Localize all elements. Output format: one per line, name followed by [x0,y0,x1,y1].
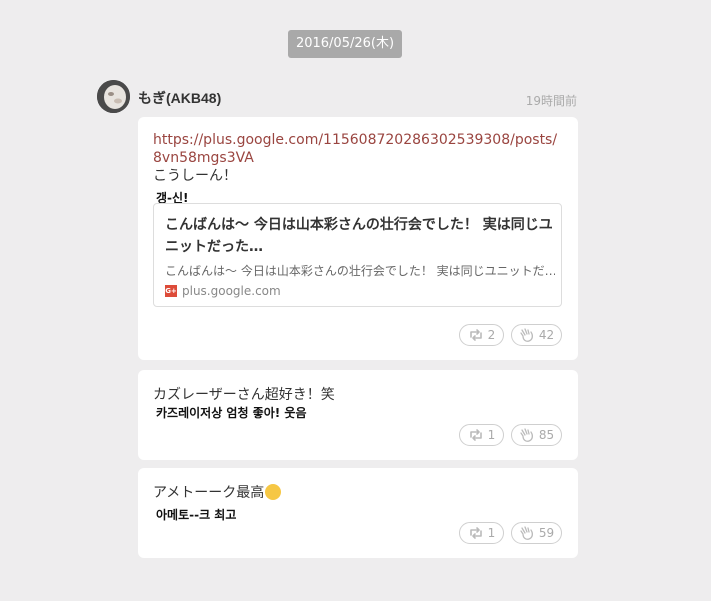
post-translation: 카즈레이저상 엄청 좋아! 웃음 [156,406,307,420]
date-label: 2016/05/26(木) [288,30,402,58]
post-card: アメトーーク最高 아메토--크 최고 1 59 [138,468,578,558]
post-text-row: アメトーーク最高 [153,484,282,502]
clap-icon [520,428,533,442]
post-card: カズレーザーさん超好き！笑 카즈레이저상 엄청 좋아! 웃음 1 85 [138,370,578,460]
post-link[interactable]: https://plus.google.com/1156087202863025… [153,131,563,167]
avatar-image [97,80,130,113]
post-time: 19時間前 [525,94,577,108]
like-count: 59 [538,526,555,540]
clap-icon [520,328,533,342]
retweet-button[interactable]: 2 [459,324,504,346]
avatar[interactable] [97,80,130,113]
smiley-emoji-icon [265,484,282,500]
like-button[interactable]: 85 [511,424,562,446]
like-count: 85 [538,428,555,442]
retweet-button[interactable]: 1 [459,522,504,544]
post-text: アメトーーク最高 [153,485,265,501]
post-text: カズレーザーさん超好き！笑 [153,387,335,403]
post-text: こうしーん！ [153,168,237,184]
post-translation: 아메토--크 최고 [156,508,237,522]
like-count: 42 [538,328,555,342]
retweet-icon [469,429,482,441]
like-button[interactable]: 59 [511,522,562,544]
google-plus-icon: G+ [165,285,177,297]
retweet-icon [469,527,482,539]
link-preview[interactable]: こんばんは〜 今日は山本彩さんの壮行会でした！ 実は同じユニットだった… こんば… [153,203,562,307]
clap-icon [520,526,533,540]
preview-source-label: plus.google.com [182,284,281,298]
author-name[interactable]: もぎ(AKB48) [138,88,221,108]
retweet-count: 1 [487,526,496,540]
preview-title: こんばんは〜 今日は山本彩さんの壮行会でした！ 実は同じユニットだった… [165,217,553,255]
post-card: https://plus.google.com/1156087202863025… [138,117,578,360]
preview-source: G+ plus.google.com [165,284,281,298]
retweet-count: 2 [487,328,496,342]
like-button[interactable]: 42 [511,324,562,346]
preview-description: こんばんは〜 今日は山本彩さんの壮行会でした！ 実は同じユニットだ… [165,264,555,278]
retweet-icon [469,329,482,341]
retweet-button[interactable]: 1 [459,424,504,446]
retweet-count: 1 [487,428,496,442]
